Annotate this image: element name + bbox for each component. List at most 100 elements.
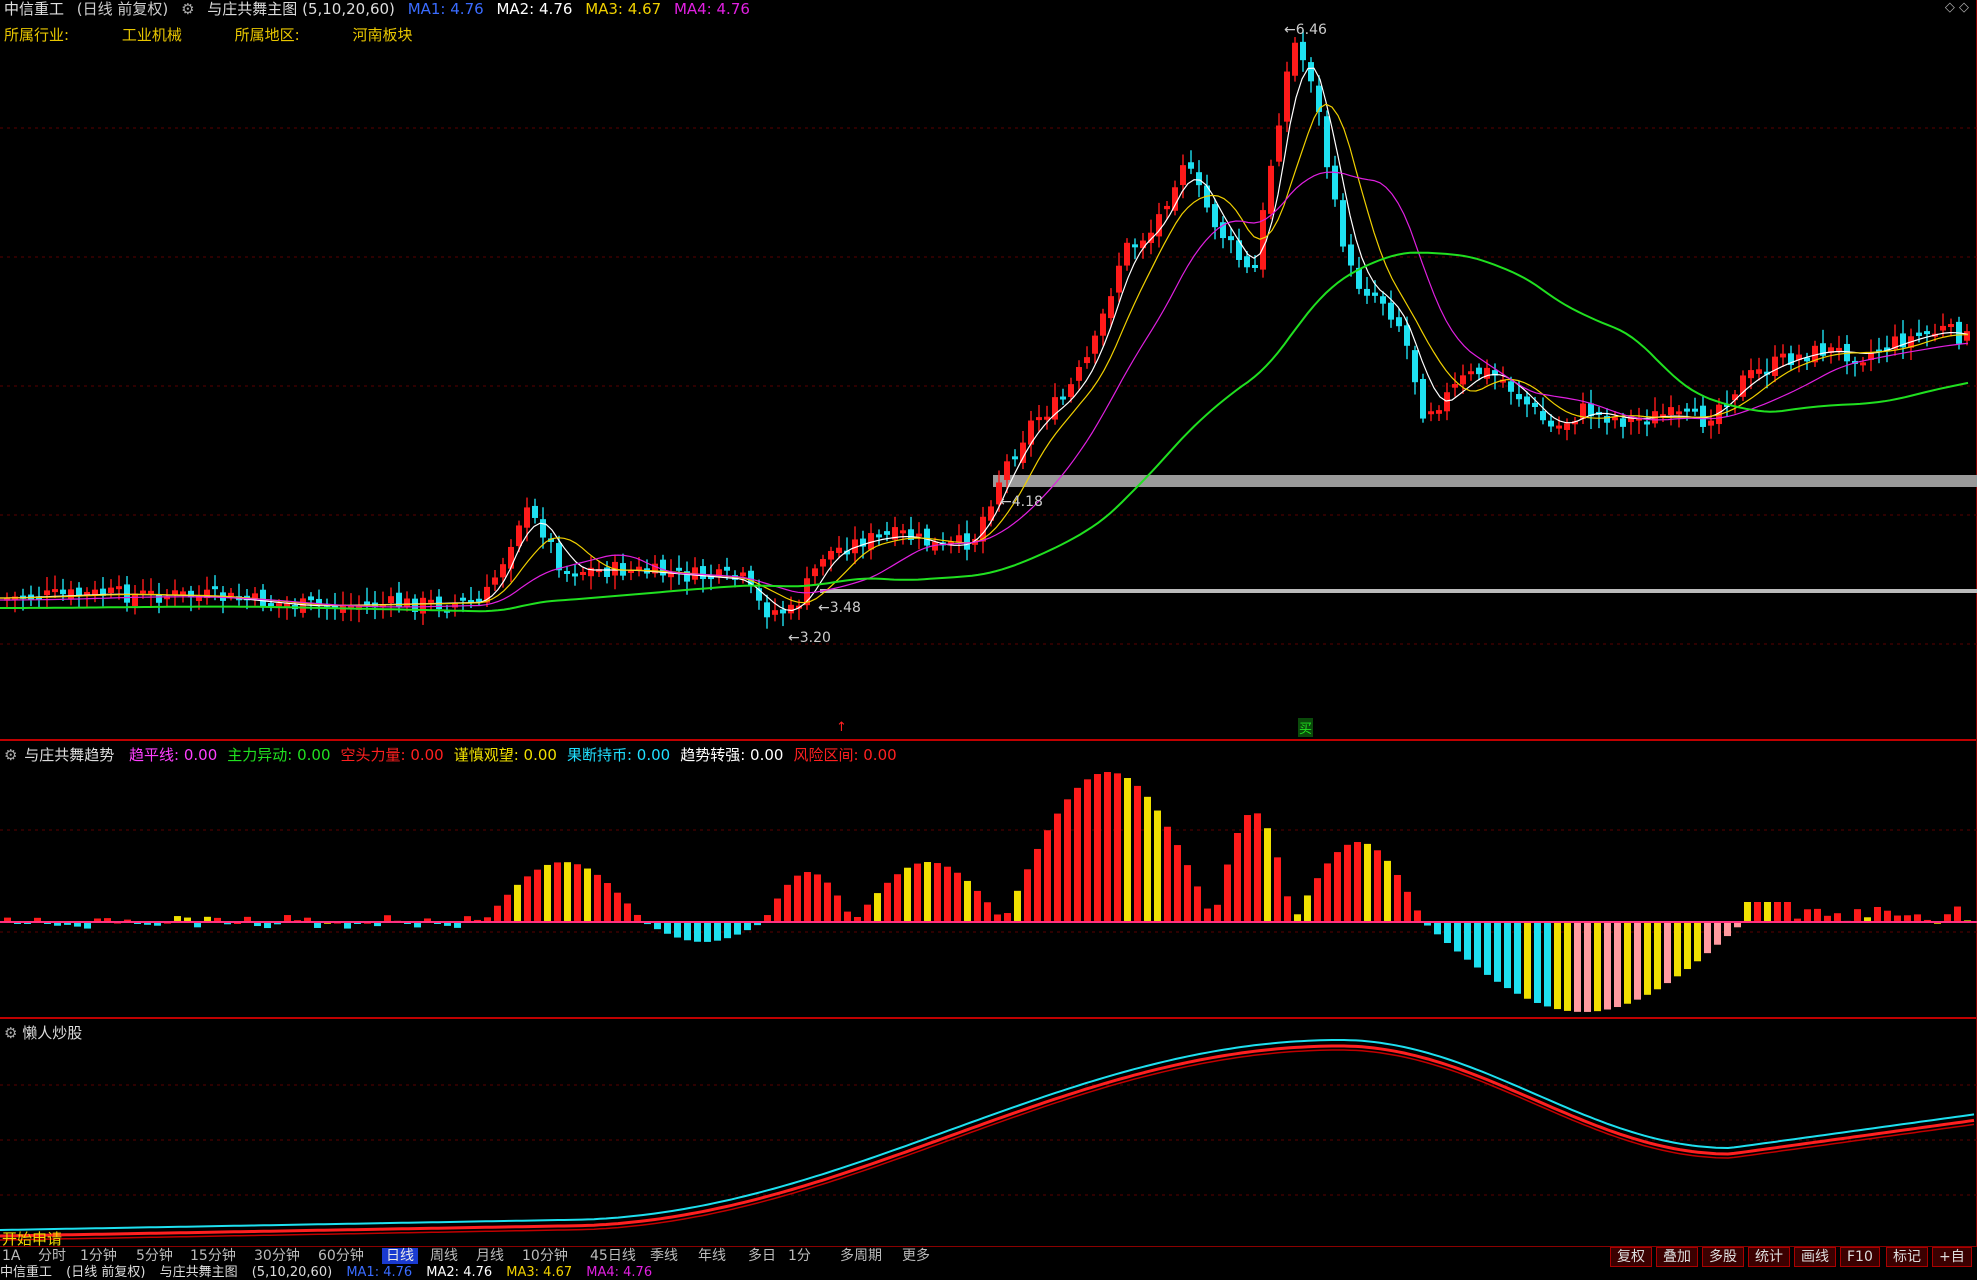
period-tab-7[interactable]: 日线 xyxy=(382,1248,418,1264)
support-line xyxy=(820,589,1977,593)
status-stock: 中信重工 xyxy=(0,1265,53,1280)
indicator1-settings-icon[interactable]: ⚙ xyxy=(4,746,17,764)
candle-down xyxy=(884,531,890,535)
histogram-bar xyxy=(624,903,631,922)
histogram-bar xyxy=(1544,922,1551,1007)
period-tab-12[interactable]: 季线 xyxy=(650,1248,678,1264)
period-tab-5[interactable]: 30分钟 xyxy=(254,1248,300,1264)
tool-tab-0[interactable]: 复权 xyxy=(1610,1247,1652,1267)
histogram-bar xyxy=(974,890,981,922)
histogram-bar xyxy=(1534,922,1541,1003)
candle-down xyxy=(1508,381,1514,392)
histogram-bar xyxy=(824,882,831,922)
candle-down xyxy=(1244,256,1250,268)
histogram-bar xyxy=(1834,913,1841,922)
tool-tab-6[interactable]: 标记 xyxy=(1886,1247,1928,1267)
candle-down xyxy=(268,603,274,607)
period-tab-13[interactable]: 年线 xyxy=(698,1248,726,1264)
histogram-bar xyxy=(1054,813,1061,922)
candle-up xyxy=(1140,240,1146,249)
histogram-bar xyxy=(1614,922,1621,1008)
candle-up xyxy=(420,597,426,614)
tool-tab-1[interactable]: 叠加 xyxy=(1656,1247,1698,1267)
indicator2-settings-icon[interactable]: ⚙ xyxy=(4,1024,17,1042)
histogram-bar xyxy=(1704,922,1711,954)
period-tab-10[interactable]: 10分钟 xyxy=(522,1248,568,1264)
histogram-bar xyxy=(554,862,561,922)
period-tab-11[interactable]: 45日线 xyxy=(590,1248,636,1264)
histogram-bar xyxy=(894,874,901,922)
candle-up xyxy=(1284,71,1290,122)
histogram-bar xyxy=(1714,922,1721,945)
candle-up xyxy=(1292,42,1298,76)
candle-up xyxy=(1948,324,1954,328)
candle-up xyxy=(1436,410,1442,414)
candle-down xyxy=(1060,396,1066,400)
candle-down xyxy=(1620,418,1626,427)
candle-up xyxy=(180,591,186,595)
histogram-bar xyxy=(924,862,931,922)
candle-down xyxy=(1404,325,1410,346)
indicator1-header: ⚙ 与庄共舞趋势 趋平线: 0.00 主力异动: 0.00 空头力量: 0.00 谨慎… xyxy=(4,744,917,765)
indicator1-title[interactable]: 与庄共舞趋势 xyxy=(24,746,114,764)
histogram-bar xyxy=(744,922,751,931)
period-tab-1[interactable]: 分时 xyxy=(38,1248,66,1264)
histogram-bar xyxy=(1274,857,1281,922)
period-tab-2[interactable]: 1分钟 xyxy=(80,1248,117,1264)
histogram-bar xyxy=(1184,865,1191,922)
histogram-bar xyxy=(1434,922,1441,935)
candle-up xyxy=(1964,331,1970,341)
candle-down xyxy=(572,573,578,577)
period-tab-17[interactable]: 更多 xyxy=(902,1248,930,1264)
candle-up xyxy=(580,571,586,575)
histogram-bar xyxy=(1124,778,1131,922)
period-tab-15[interactable]: 1分 xyxy=(788,1248,811,1264)
histogram-bar xyxy=(1104,772,1111,922)
histogram-bar xyxy=(954,872,961,922)
histogram-bar xyxy=(1174,845,1181,922)
tool-tab-5[interactable]: F10 xyxy=(1840,1247,1880,1267)
candle-down xyxy=(60,589,66,595)
candle-up xyxy=(740,572,746,577)
tool-tab-7[interactable]: +自 xyxy=(1932,1247,1972,1267)
candle-up xyxy=(1004,461,1010,480)
candle-down xyxy=(1916,332,1922,337)
period-tab-14[interactable]: 多日 xyxy=(748,1248,776,1264)
tool-tab-3[interactable]: 统计 xyxy=(1748,1247,1790,1267)
candle-up xyxy=(524,507,530,528)
histogram-bar xyxy=(1074,787,1081,922)
candle-up xyxy=(500,564,506,578)
period-tab-4[interactable]: 15分钟 xyxy=(190,1248,236,1264)
histogram-bar xyxy=(1784,902,1791,922)
histogram-bar xyxy=(724,922,731,939)
chart-canvas[interactable] xyxy=(0,0,1977,1246)
period-tab-3[interactable]: 5分钟 xyxy=(136,1248,173,1264)
candle-down xyxy=(676,567,682,571)
resistance-band xyxy=(993,475,1977,487)
period-tab-0[interactable]: 1A xyxy=(2,1248,20,1264)
candle-up xyxy=(116,586,122,590)
histogram-bar xyxy=(944,866,951,922)
period-tab-6[interactable]: 60分钟 xyxy=(318,1248,364,1264)
tool-tab-2[interactable]: 多股 xyxy=(1702,1247,1744,1267)
period-tab-9[interactable]: 月线 xyxy=(476,1248,504,1264)
histogram-bar xyxy=(834,895,841,922)
candle-up xyxy=(772,610,778,615)
sell-marker-icon: ↑ xyxy=(836,720,847,735)
histogram-bar xyxy=(1444,922,1451,944)
high-price-label: ←6.46 xyxy=(1284,22,1327,38)
tool-tab-4[interactable]: 画线 xyxy=(1794,1247,1836,1267)
histogram-bar xyxy=(1284,896,1291,922)
candle-down xyxy=(604,567,610,577)
indicator2-title[interactable]: 懒人炒股 xyxy=(22,1024,82,1042)
period-tab-8[interactable]: 周线 xyxy=(430,1248,458,1264)
ma20-line xyxy=(0,171,1969,608)
candle-down xyxy=(1228,236,1234,241)
period-tab-16[interactable]: 多周期 xyxy=(840,1248,882,1264)
histogram-bar xyxy=(1164,826,1171,922)
candle-up xyxy=(1036,417,1042,421)
histogram-bar xyxy=(1214,904,1221,922)
histogram-bar xyxy=(1194,886,1201,922)
histogram-bar xyxy=(914,863,921,922)
candle-down xyxy=(1364,288,1370,296)
